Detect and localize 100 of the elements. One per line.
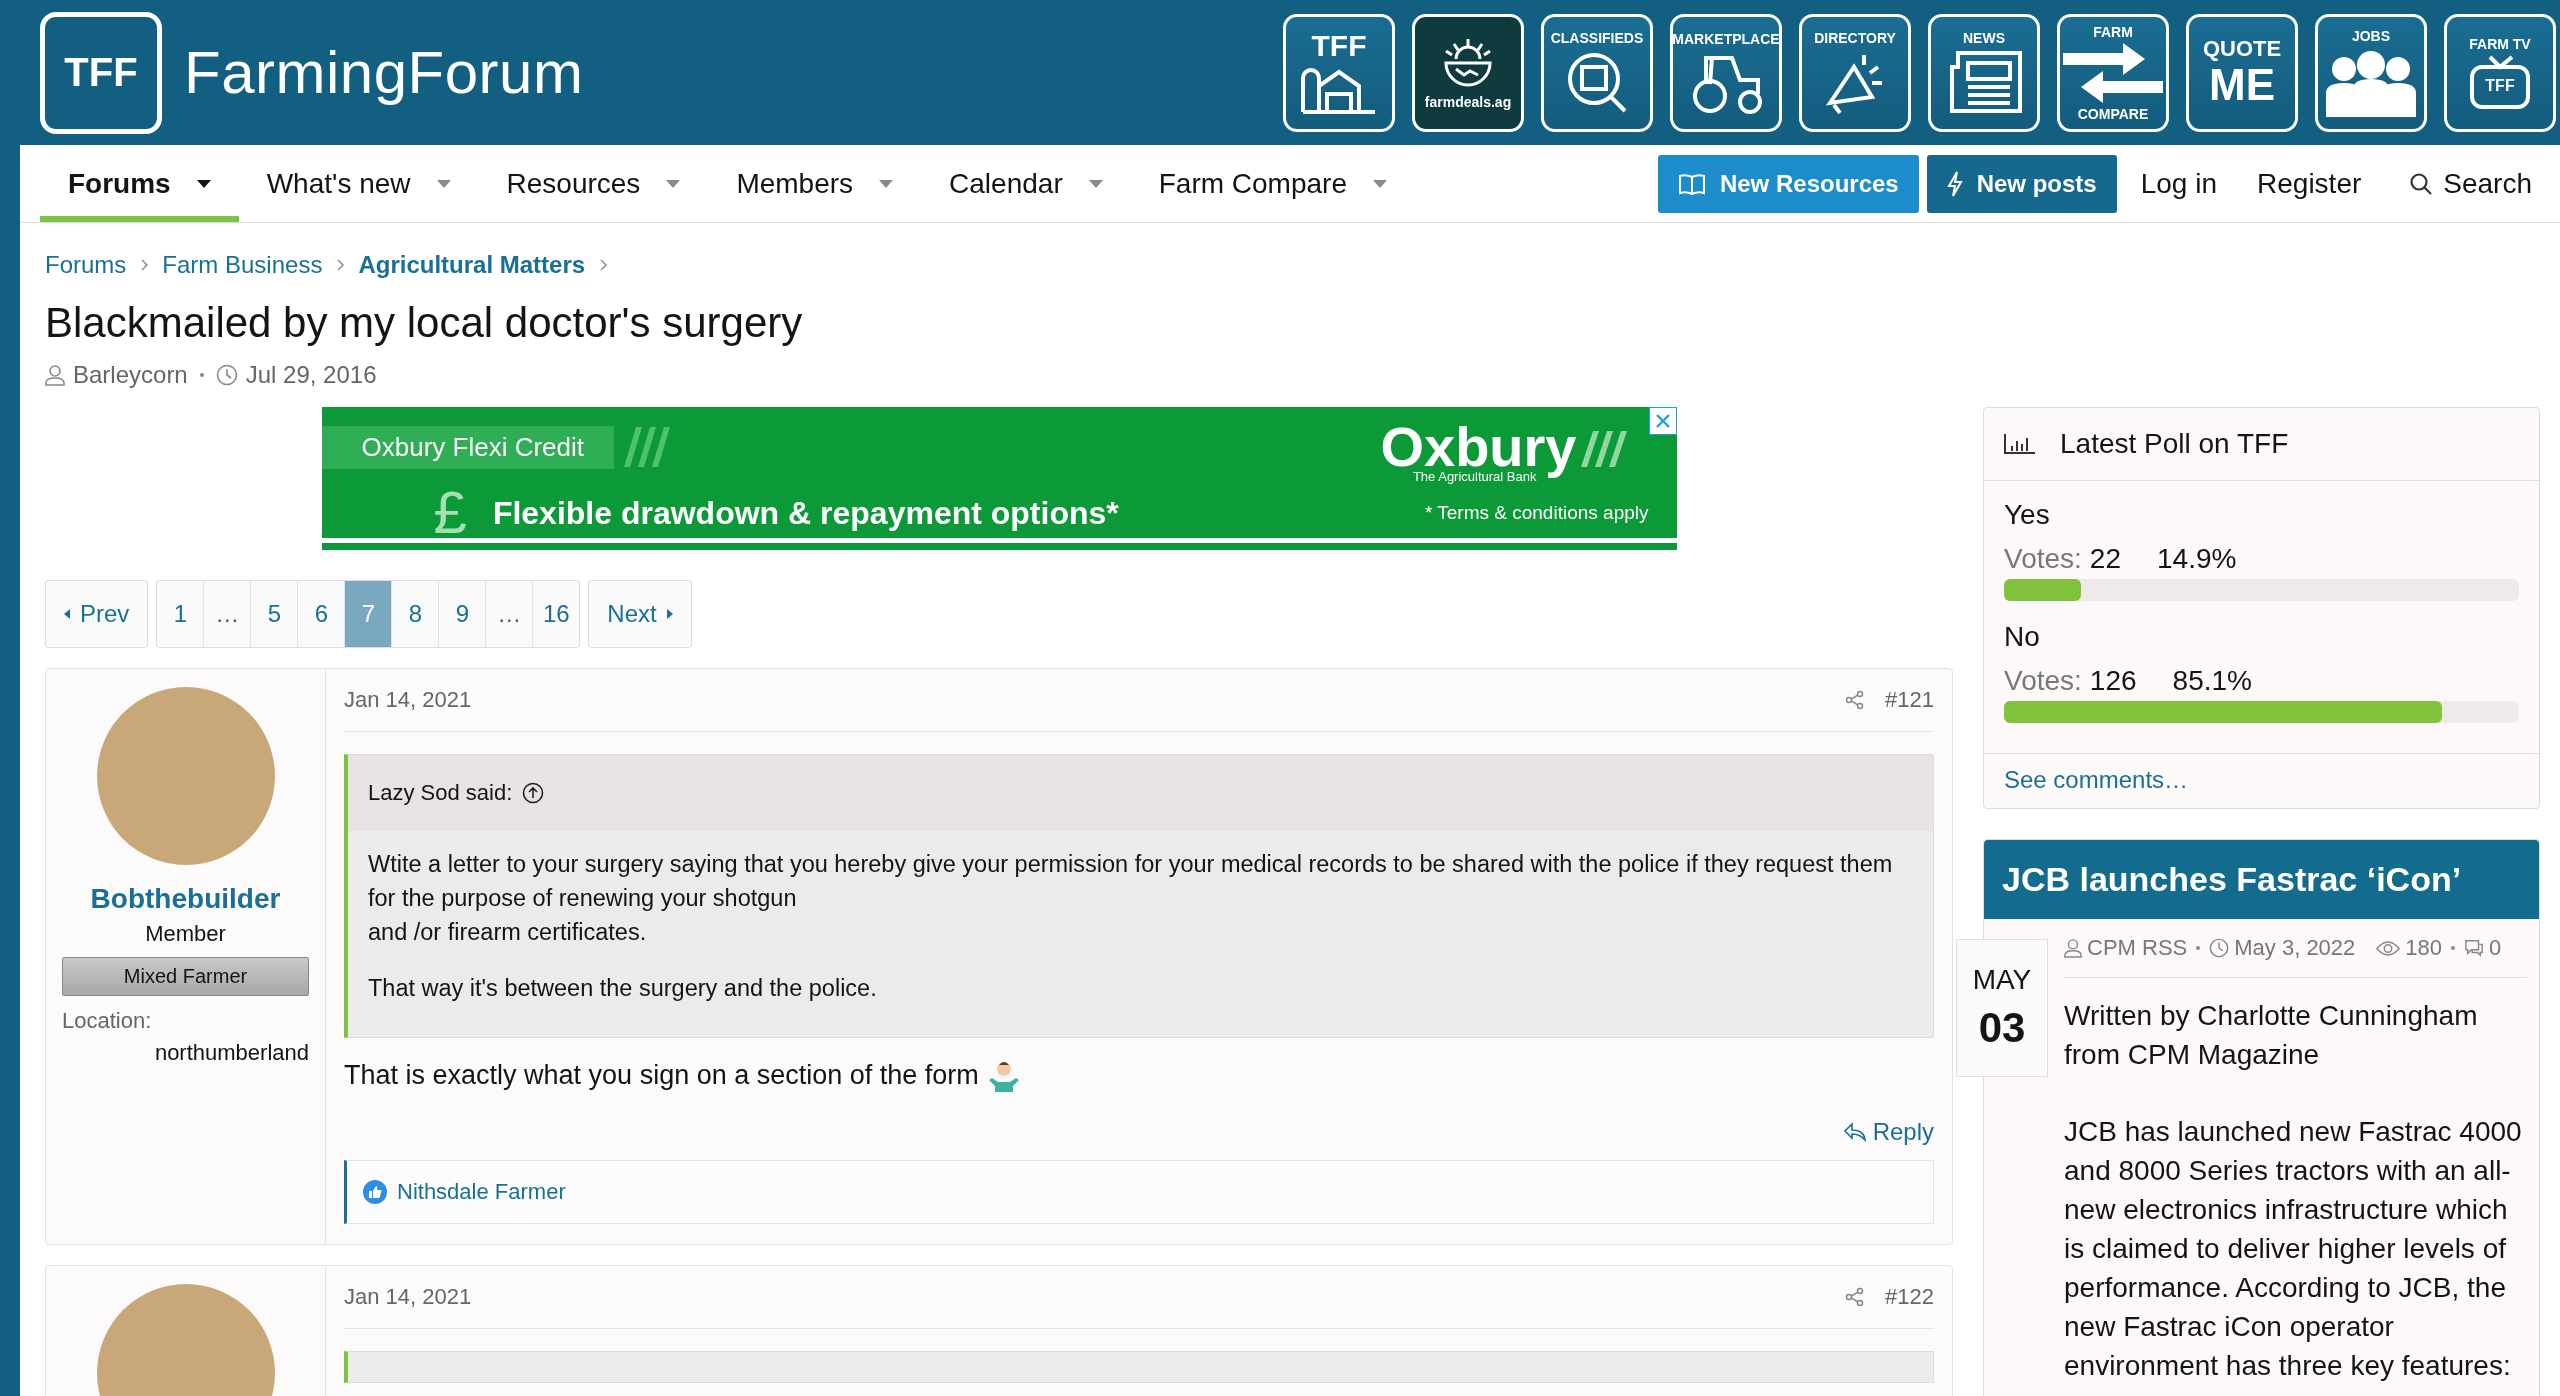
poll-option: Yes xyxy=(2004,499,2519,531)
site-logo[interactable]: TFF xyxy=(40,11,162,134)
caret-icon xyxy=(666,179,681,188)
caret-icon xyxy=(64,609,70,619)
article-text: JCB has launched new Fastrac 4000 and 8000 Series tractors with an all-new electronics infrastructure which is claimed to deliver higher levels of performance. According to JCB, the new Fastrac iCon operator environment has three key features: xyxy=(2064,1115,2523,1383)
section-tile[interactable]: NEWS xyxy=(1928,13,2040,132)
section-tile[interactable]: CLASSIFIEDS xyxy=(1541,13,1653,132)
section-tile[interactable]: FARM TV TFF xyxy=(2444,13,2556,132)
thread-title: Blackmailed by my local doctor's surgery xyxy=(45,299,804,347)
clock-icon xyxy=(2209,938,2230,958)
reply-arrow-icon xyxy=(1842,1122,1867,1142)
votes-label: Votes: xyxy=(2004,543,2082,575)
prev-page-button[interactable]: Prev xyxy=(45,580,149,648)
nav-tab[interactable]: What's new xyxy=(238,145,479,222)
nav-tab[interactable]: Forums xyxy=(40,145,239,222)
section-tile[interactable]: FARM COMPARE xyxy=(2057,13,2169,132)
location-value: northumberland xyxy=(154,1040,309,1066)
close-button[interactable] xyxy=(1648,407,1677,435)
share-icon[interactable] xyxy=(1845,690,1866,710)
pound-symbol: £ xyxy=(433,483,467,543)
post-date: Jan 14, 2021 xyxy=(344,1284,472,1310)
caret-icon xyxy=(1088,179,1103,188)
page-jump-button[interactable]: … xyxy=(203,581,251,647)
user-title: Member xyxy=(145,921,226,947)
nav-tab[interactable]: Calendar xyxy=(921,145,1131,222)
advert-terms: * Terms & conditions apply xyxy=(1424,502,1650,524)
section-tile[interactable]: farmdeals.ag xyxy=(1412,13,1524,132)
next-page-button[interactable]: Next xyxy=(588,580,692,648)
username-link[interactable]: Bobthebuilder xyxy=(90,883,281,915)
nav-button[interactable]: New Resources xyxy=(1657,154,1919,213)
section-tile[interactable]: JOBS xyxy=(2315,13,2427,132)
section-tile[interactable]: QUOTE ME xyxy=(2186,13,2298,132)
section-tile[interactable]: TFF xyxy=(1283,13,1395,132)
article-text: Written by Charlotte Cunningham from CPM Magazine xyxy=(2064,999,2479,1072)
votes-label: Votes: xyxy=(2004,665,2082,697)
author-link[interactable]: Barleycorn xyxy=(73,361,188,389)
post-number[interactable]: #121 xyxy=(1885,687,1934,713)
see-comments-link[interactable]: See comments… xyxy=(2004,766,2189,793)
lightning-icon xyxy=(1946,170,1963,197)
post-text: That is exactly what you sign on a section of the form xyxy=(344,1059,979,1091)
quote-author: Lazy Sod said: xyxy=(368,780,513,806)
share-icon[interactable] xyxy=(1845,1287,1866,1307)
nav-link[interactable]: Log in xyxy=(2124,167,2233,200)
post-number[interactable]: #122 xyxy=(1885,1284,1934,1310)
article-date: May 3, 2022 xyxy=(2234,935,2356,961)
page-button[interactable]: 16 xyxy=(532,581,580,647)
votes-percent: 14.9% xyxy=(2157,543,2237,575)
section-tile[interactable]: DIRECTORY xyxy=(1799,13,1911,132)
user-banner: Mixed Farmer xyxy=(62,957,309,996)
caret-icon xyxy=(436,179,451,188)
arrow-up-circle-icon[interactable] xyxy=(522,782,545,804)
caret-icon xyxy=(666,609,673,619)
advert-headline: Flexible drawdown & repayment options* xyxy=(492,494,1119,532)
quote-text: Wtite a letter to your surgery saying that you hereby give your permission for your medical records to be shared with the police if they request them for the purpose of renewing your shotgun and /or firearm certificates. xyxy=(368,850,1894,947)
reaction-user-link[interactable]: Nithsdale Farmer xyxy=(397,1179,566,1205)
breadcrumb-link[interactable]: Forums xyxy=(45,251,127,279)
search-icon xyxy=(2409,171,2434,196)
search-link[interactable]: Search xyxy=(2393,167,2548,200)
nav-button[interactable]: New posts xyxy=(1926,154,2117,213)
page-button[interactable]: 9 xyxy=(438,581,486,647)
view-count: 180 xyxy=(2405,935,2443,961)
votes-count: 22 xyxy=(2089,543,2121,575)
votes-count: 126 xyxy=(2089,665,2137,697)
bar-chart-icon xyxy=(2004,434,2036,454)
user-icon xyxy=(2064,938,2082,958)
article-title[interactable]: JCB launches Fastrac ‘iCon’ xyxy=(1984,840,2539,919)
arrows-icon xyxy=(2063,42,2163,103)
section-tile[interactable]: MARKETPLACE xyxy=(1670,13,1782,132)
advert-tag: Oxbury Flexi Credit xyxy=(321,425,614,469)
page-button[interactable]: 8 xyxy=(391,581,439,647)
chevron-icon xyxy=(140,259,149,271)
nav-link[interactable]: Register xyxy=(2241,167,2378,200)
nav-tab[interactable]: Farm Compare xyxy=(1130,145,1415,222)
thread-date: Jul 29, 2016 xyxy=(245,361,377,389)
site-name[interactable]: FarmingForum xyxy=(184,38,584,107)
post-date: Jan 14, 2021 xyxy=(344,687,472,713)
article-author: CPM RSS xyxy=(2087,935,2188,961)
nav-tab[interactable]: Members xyxy=(708,145,922,222)
close-icon xyxy=(1654,413,1671,429)
breadcrumb-link[interactable]: Farm Business xyxy=(162,251,323,279)
caret-icon xyxy=(1373,179,1387,188)
comment-icon xyxy=(2464,939,2485,957)
television-icon xyxy=(2468,55,2532,109)
reply-link[interactable]: Reply xyxy=(1842,1118,1934,1146)
caret-icon xyxy=(879,179,894,188)
poll-title: Latest Poll on TFF xyxy=(2060,428,2289,460)
page-button[interactable]: 1 xyxy=(157,581,204,647)
page-button[interactable]: 5 xyxy=(250,581,298,647)
date-badge: MAY 03 xyxy=(1956,939,2048,1077)
breadcrumb-link[interactable]: Agricultural Matters xyxy=(358,251,586,279)
thumbs-up-icon xyxy=(363,1180,387,1204)
book-icon xyxy=(1677,172,1706,195)
caret-icon xyxy=(196,179,211,188)
clock-icon xyxy=(215,364,238,386)
user-icon xyxy=(45,364,65,386)
location-label: Location: xyxy=(62,1008,152,1034)
nav-tab[interactable]: Resources xyxy=(478,145,709,222)
chevron-icon xyxy=(336,259,345,271)
comment-count: 0 xyxy=(2489,935,2502,961)
page-jump-button[interactable]: … xyxy=(485,581,533,647)
